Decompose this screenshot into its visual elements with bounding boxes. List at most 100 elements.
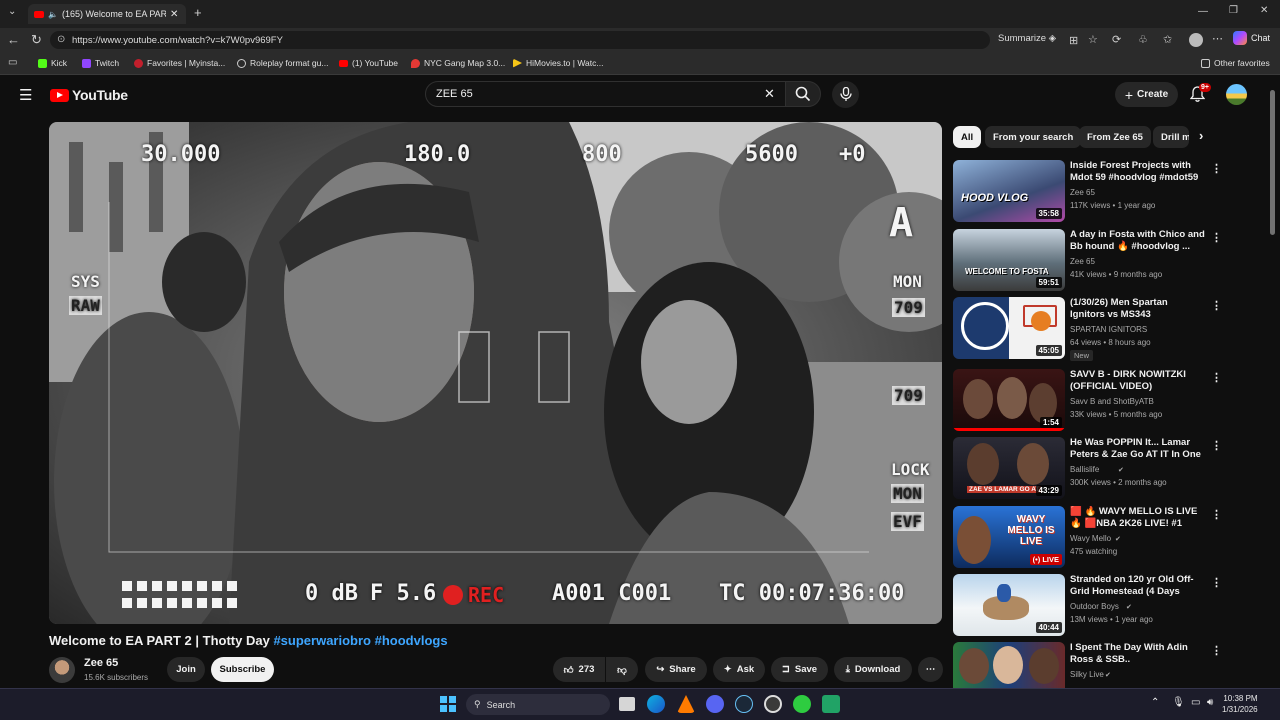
chips-next-chevron-icon[interactable]: › [1199, 128, 1203, 143]
taskbar-search[interactable]: ⚲ Search [466, 694, 610, 715]
tray-chevron-icon[interactable]: ⌃ [1151, 697, 1159, 708]
bookmark-youtube[interactable]: (1) YouTube [339, 58, 398, 68]
rec-more-icon[interactable]: ⋮ [1211, 162, 1222, 175]
bookmark-twitch[interactable]: Twitch [82, 58, 119, 68]
favorite-star-icon[interactable]: ☆ [1088, 33, 1098, 46]
back-icon[interactable]: ← [7, 32, 20, 47]
bookmark-nyc-gang-map[interactable]: NYC Gang Map 3.0... [411, 58, 505, 68]
video-thumbnail[interactable]: WAVY MELLO IS LIVE (•) LIVE [953, 506, 1065, 568]
hashtag-link[interactable]: #superwariobro [273, 633, 371, 648]
page-scrollbar[interactable] [1270, 90, 1275, 235]
recommendation-item[interactable]: HOOD VLOG 35:58 Inside Forest Projects w… [953, 160, 1253, 222]
rec-more-icon[interactable]: ⋮ [1211, 371, 1222, 384]
hashtag-link[interactable]: #hoodvlogs [375, 633, 448, 648]
voice-search-button[interactable] [832, 81, 859, 108]
video-thumbnail[interactable] [953, 642, 1065, 688]
chip-drill[interactable]: Drill m [1153, 126, 1189, 148]
rec-channel[interactable]: Outdoor Boys [1070, 602, 1119, 611]
rec-channel[interactable]: Ballislife [1070, 465, 1099, 474]
video-player[interactable]: 30.000 180.0 800 5600 +0 A SYS RAW MON 7… [49, 122, 942, 624]
rec-channel[interactable]: Savv B and ShotByATB [1070, 397, 1154, 406]
chip-from-zee-65[interactable]: From Zee 65 [1079, 126, 1151, 148]
rec-more-icon[interactable]: ⋮ [1211, 299, 1222, 312]
download-button[interactable]: ⤓ Download [834, 657, 912, 682]
summarize-button[interactable]: Summarize ◈ [998, 33, 1056, 44]
like-button[interactable]: 👍︎ 273 [553, 657, 605, 682]
rec-title[interactable]: He Was POPPIN It... Lamar Peters & Zae G… [1070, 437, 1205, 461]
bookmark-other-favorites[interactable]: Other favorites [1201, 58, 1270, 68]
create-button[interactable]: + Create [1115, 82, 1178, 107]
window-close-icon[interactable]: ✕ [1260, 5, 1268, 16]
channel-name[interactable]: Zee 65 [84, 657, 118, 669]
minimize-icon[interactable]: — [1198, 6, 1208, 17]
channel-avatar[interactable] [49, 657, 75, 683]
subscribe-button[interactable]: Subscribe [211, 657, 274, 682]
chip-all[interactable]: All [953, 126, 982, 148]
video-thumbnail[interactable]: HOOD VLOG 35:58 [953, 160, 1065, 222]
rec-title[interactable]: Inside Forest Projects with Mdot 59 #hoo… [1070, 160, 1205, 184]
extensions-icon[interactable]: ⟳ [1112, 33, 1121, 46]
ask-button[interactable]: ✦ Ask [713, 657, 765, 682]
rec-title[interactable]: A day in Fosta with Chico and Bb hound 🔥… [1070, 229, 1205, 253]
rec-title[interactable]: SAVV B - DIRK NOWITZKI (OFFICIAL VIDEO) [1070, 369, 1205, 393]
windows-start-icon[interactable] [440, 696, 456, 712]
github-icon[interactable] [764, 695, 782, 713]
microphone-tray-icon[interactable]: 🎙︎ [1172, 697, 1185, 708]
video-thumbnail[interactable]: 1:54 [953, 369, 1065, 431]
video-thumbnail[interactable]: 45:05 [953, 297, 1065, 359]
recommendation-item[interactable]: ZAE VS LAMAR GO AT 43:29 He Was POPPIN I… [953, 437, 1253, 499]
profile-avatar[interactable] [1189, 33, 1203, 47]
bookmark-kick[interactable]: Kick [38, 58, 67, 68]
recommendation-item[interactable]: 1:54 SAVV B - DIRK NOWITZKI (OFFICIAL VI… [953, 369, 1253, 431]
dislike-button[interactable]: 👎︎ [606, 657, 638, 682]
rec-title[interactable]: Stranded on 120 yr Old Off-Grid Homestea… [1070, 574, 1205, 598]
favorites-icon[interactable]: ✩ [1163, 33, 1172, 46]
rec-channel[interactable]: Zee 65 [1070, 257, 1095, 266]
rec-more-icon[interactable]: ⋮ [1211, 644, 1222, 657]
edge-icon[interactable] [647, 695, 665, 713]
task-view-icon[interactable] [619, 697, 635, 711]
recommendation-item[interactable]: WAVY MELLO IS LIVE (•) LIVE 🟥 🔥 WAVY MEL… [953, 506, 1253, 568]
steam-icon[interactable] [735, 695, 753, 713]
hamburger-menu-icon[interactable]: ☰ [19, 86, 32, 104]
browser-essentials-icon[interactable]: ♧ [1138, 33, 1148, 46]
refresh-icon[interactable]: ↻ [31, 32, 42, 48]
video-thumbnail[interactable]: 40:44 [953, 574, 1065, 636]
rec-more-icon[interactable]: ⋮ [1211, 508, 1222, 521]
search-input[interactable]: ZEE 65 ✕ [425, 81, 786, 107]
tab-actions-icon[interactable]: ▭ [8, 57, 17, 68]
new-tab-icon[interactable]: + [194, 5, 202, 20]
rec-title[interactable]: 🟥 🔥 WAVY MELLO IS LIVE 🔥 🟥NBA 2K26 LIVE!… [1070, 506, 1205, 530]
rec-title[interactable]: I Spent The Day With Adin Ross & SSB.. [1070, 642, 1205, 666]
rec-more-icon[interactable]: ⋮ [1211, 439, 1222, 452]
recommendation-item[interactable]: I Spent The Day With Adin Ross & SSB.. S… [953, 642, 1253, 688]
rec-title[interactable]: (1/30/26) Men Spartan Ignitors vs MS343 [1070, 297, 1205, 321]
copilot-chat-button[interactable]: Chat [1233, 31, 1270, 45]
rec-more-icon[interactable]: ⋮ [1211, 576, 1222, 589]
join-button[interactable]: Join [167, 657, 205, 682]
network-icon[interactable]: ▭ [1191, 697, 1200, 708]
recommendation-item[interactable]: 45:05 (1/30/26) Men Spartan Ignitors vs … [953, 297, 1253, 361]
youtube-logo[interactable]: YouTube [50, 87, 128, 103]
address-bar[interactable]: ⊙ https://www.youtube.com/watch?v=k7W0pv… [50, 31, 1056, 49]
tab-close-icon[interactable]: ✕ [170, 9, 178, 20]
more-menu-icon[interactable]: ⋯ [1212, 32, 1223, 45]
split-screen-icon[interactable]: ⊞ [1069, 34, 1078, 47]
volume-icon[interactable]: 🔊︎ [1207, 697, 1213, 708]
save-button[interactable]: ⊐ Save [771, 657, 828, 682]
recommendation-item[interactable]: 40:44 Stranded on 120 yr Old Off-Grid Ho… [953, 574, 1253, 636]
sheets-icon[interactable] [822, 695, 840, 713]
rec-channel[interactable]: Wavy Mello [1070, 534, 1111, 543]
site-info-icon[interactable]: ⊙ [57, 34, 65, 45]
maximize-icon[interactable]: ❐ [1229, 5, 1238, 16]
more-actions-button[interactable]: ⋯ [918, 657, 943, 682]
clear-search-icon[interactable]: ✕ [764, 86, 775, 102]
bookmark-myinsta[interactable]: Favorites | Myinsta... [134, 58, 225, 68]
recommendation-item[interactable]: WELCOME TO FOSTA 59:51 A day in Fosta wi… [953, 229, 1253, 291]
browser-tab-active[interactable]: 🔈 (165) Welcome to EA PART 2 | Th ✕ [28, 4, 186, 24]
rec-more-icon[interactable]: ⋮ [1211, 231, 1222, 244]
chip-from-your-search[interactable]: From your search [985, 126, 1082, 148]
rec-channel[interactable]: SPARTAN IGNITORS [1070, 325, 1147, 334]
rec-channel[interactable]: Silky Live [1070, 670, 1104, 679]
xbox-icon[interactable] [793, 695, 811, 713]
